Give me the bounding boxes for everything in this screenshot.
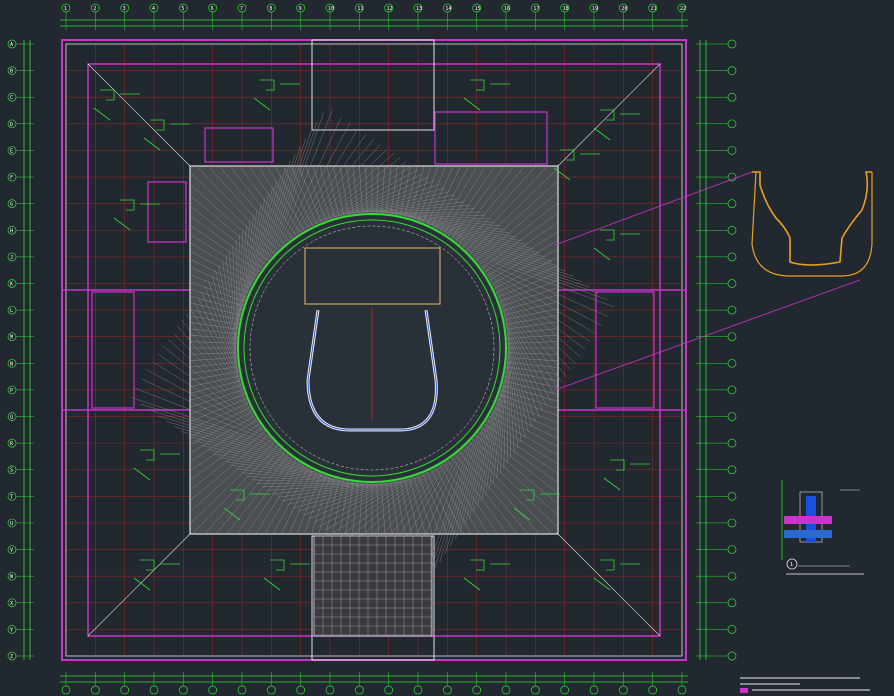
grid-column-label: 15 xyxy=(475,6,481,12)
grid-bubble xyxy=(501,685,511,695)
grid-row-label: V xyxy=(10,548,13,554)
grid-bubble xyxy=(325,685,335,695)
grid-bubble xyxy=(208,685,218,695)
grid-bubble xyxy=(727,66,737,75)
grid-column-label: 10 xyxy=(328,6,334,12)
grid-bubble xyxy=(530,685,540,695)
grid-bubble xyxy=(618,685,628,695)
grid-bubble xyxy=(727,571,737,581)
grid-column-label: 20 xyxy=(621,6,627,12)
grid-column-label: 14 xyxy=(445,6,451,12)
grid-row-label: Y xyxy=(10,627,13,633)
grid-bubble xyxy=(727,305,737,315)
grid-row-label: E xyxy=(10,148,13,154)
grid-row-label: G xyxy=(10,202,13,208)
grid-column-label: 19 xyxy=(592,6,598,12)
grid-column-label: 12 xyxy=(387,6,393,12)
legend-block xyxy=(740,677,870,693)
grid-row-label: R xyxy=(10,441,14,447)
grid-bubble xyxy=(727,92,737,102)
grid-bubble xyxy=(589,685,599,695)
grid-column-label: 18 xyxy=(563,6,569,12)
grid-bubble xyxy=(727,545,737,554)
grid-row-label: Q xyxy=(10,415,13,421)
wall-section-detail: 1 xyxy=(781,480,864,575)
grid-row-label: A xyxy=(10,42,13,48)
grid-bubble xyxy=(727,465,737,475)
grid-column-label: 5 xyxy=(181,6,184,12)
grid-column-label: 3 xyxy=(123,6,126,12)
grid-row-label: Z xyxy=(10,654,13,660)
grid-bubble xyxy=(560,685,570,695)
grid-bubble xyxy=(727,199,737,209)
grid-row-label: C xyxy=(10,95,13,101)
grid-row-label: F xyxy=(10,175,13,181)
grid-bubble xyxy=(384,685,394,695)
grid-bubble xyxy=(727,518,737,528)
grid-row-label: S xyxy=(10,468,13,474)
grid-bubble xyxy=(237,685,247,695)
grid-bubble xyxy=(472,685,482,695)
grid-bubble xyxy=(727,39,737,49)
grid-row-label: X xyxy=(10,601,13,607)
grid-row-label: P xyxy=(10,388,13,394)
grid-row-label: T xyxy=(10,494,13,500)
grid-row-label: M xyxy=(10,335,13,341)
grid-bubble xyxy=(727,625,737,634)
grid-bubble xyxy=(727,598,737,608)
grid-bubble xyxy=(727,225,737,235)
grid-bubble xyxy=(727,146,737,155)
grid-column-label: 6 xyxy=(211,6,214,12)
grid-bubble xyxy=(354,685,364,695)
grid-row-label: H xyxy=(10,228,13,234)
grid-row-label: K xyxy=(10,281,13,287)
grid-bubble xyxy=(61,685,71,695)
grid-bubble xyxy=(727,358,737,368)
grid-bubble xyxy=(727,332,737,342)
grid-column-label: 17 xyxy=(533,6,539,12)
grid-bubble xyxy=(677,685,687,695)
grid-row-label: L xyxy=(10,308,13,314)
grid-column-label: 16 xyxy=(504,6,510,12)
grid-row-label: J xyxy=(10,255,13,261)
bottom-grid-court xyxy=(313,535,433,637)
grid-column-label: 2 xyxy=(93,6,96,12)
grid-bubble xyxy=(727,491,737,501)
grid-row-label: D xyxy=(10,122,13,128)
grid-row-label: B xyxy=(10,69,13,75)
grid-column-label: 1 xyxy=(64,6,67,12)
detail-callout-number: 1 xyxy=(790,562,793,568)
grid-bubble xyxy=(727,651,737,661)
grid-row-label: N xyxy=(10,361,13,367)
grid-bubble xyxy=(266,685,276,695)
grid-bubble xyxy=(727,385,737,395)
grid-bubble xyxy=(120,685,130,695)
grid-bubble xyxy=(442,685,452,695)
grid-row-label: W xyxy=(10,574,14,580)
grid-bubble xyxy=(727,252,737,262)
grid-row-label: U xyxy=(10,521,13,527)
grid-bubble xyxy=(727,279,737,288)
grid-column-label: 8 xyxy=(269,6,272,12)
grid-column-label: 4 xyxy=(152,6,155,12)
grid-bubble xyxy=(296,685,306,695)
grid-bubble xyxy=(727,119,737,129)
grid-bubble xyxy=(727,172,737,182)
floor-plan-svg: 1 2 3 4 5 6 7 8 9 10 11 12 13 14 15 16 17 18 19 20 21 22 ABCD… xyxy=(7,3,873,695)
grid-column-label: 9 xyxy=(299,6,302,12)
grid-bubble xyxy=(90,685,100,695)
grid-bubble xyxy=(178,685,188,695)
grid-column-label: 21 xyxy=(651,6,657,12)
grid-bubble xyxy=(727,412,737,421)
grid-bubble xyxy=(727,438,737,448)
grid-bubble xyxy=(648,685,658,695)
grid-column-label: 13 xyxy=(416,6,422,12)
grid-column-label: 11 xyxy=(357,6,363,12)
grid-bubble xyxy=(149,685,159,695)
cad-drawing-canvas: 1 2 3 4 5 6 7 8 9 10 11 12 13 14 15 16 17 18 19 20 21 22 ABCD… xyxy=(0,0,894,696)
grid-column-label: 7 xyxy=(240,6,243,12)
gutter-detail xyxy=(554,171,873,391)
grid-column-label: 22 xyxy=(680,6,686,12)
grid-bubble xyxy=(413,685,423,695)
